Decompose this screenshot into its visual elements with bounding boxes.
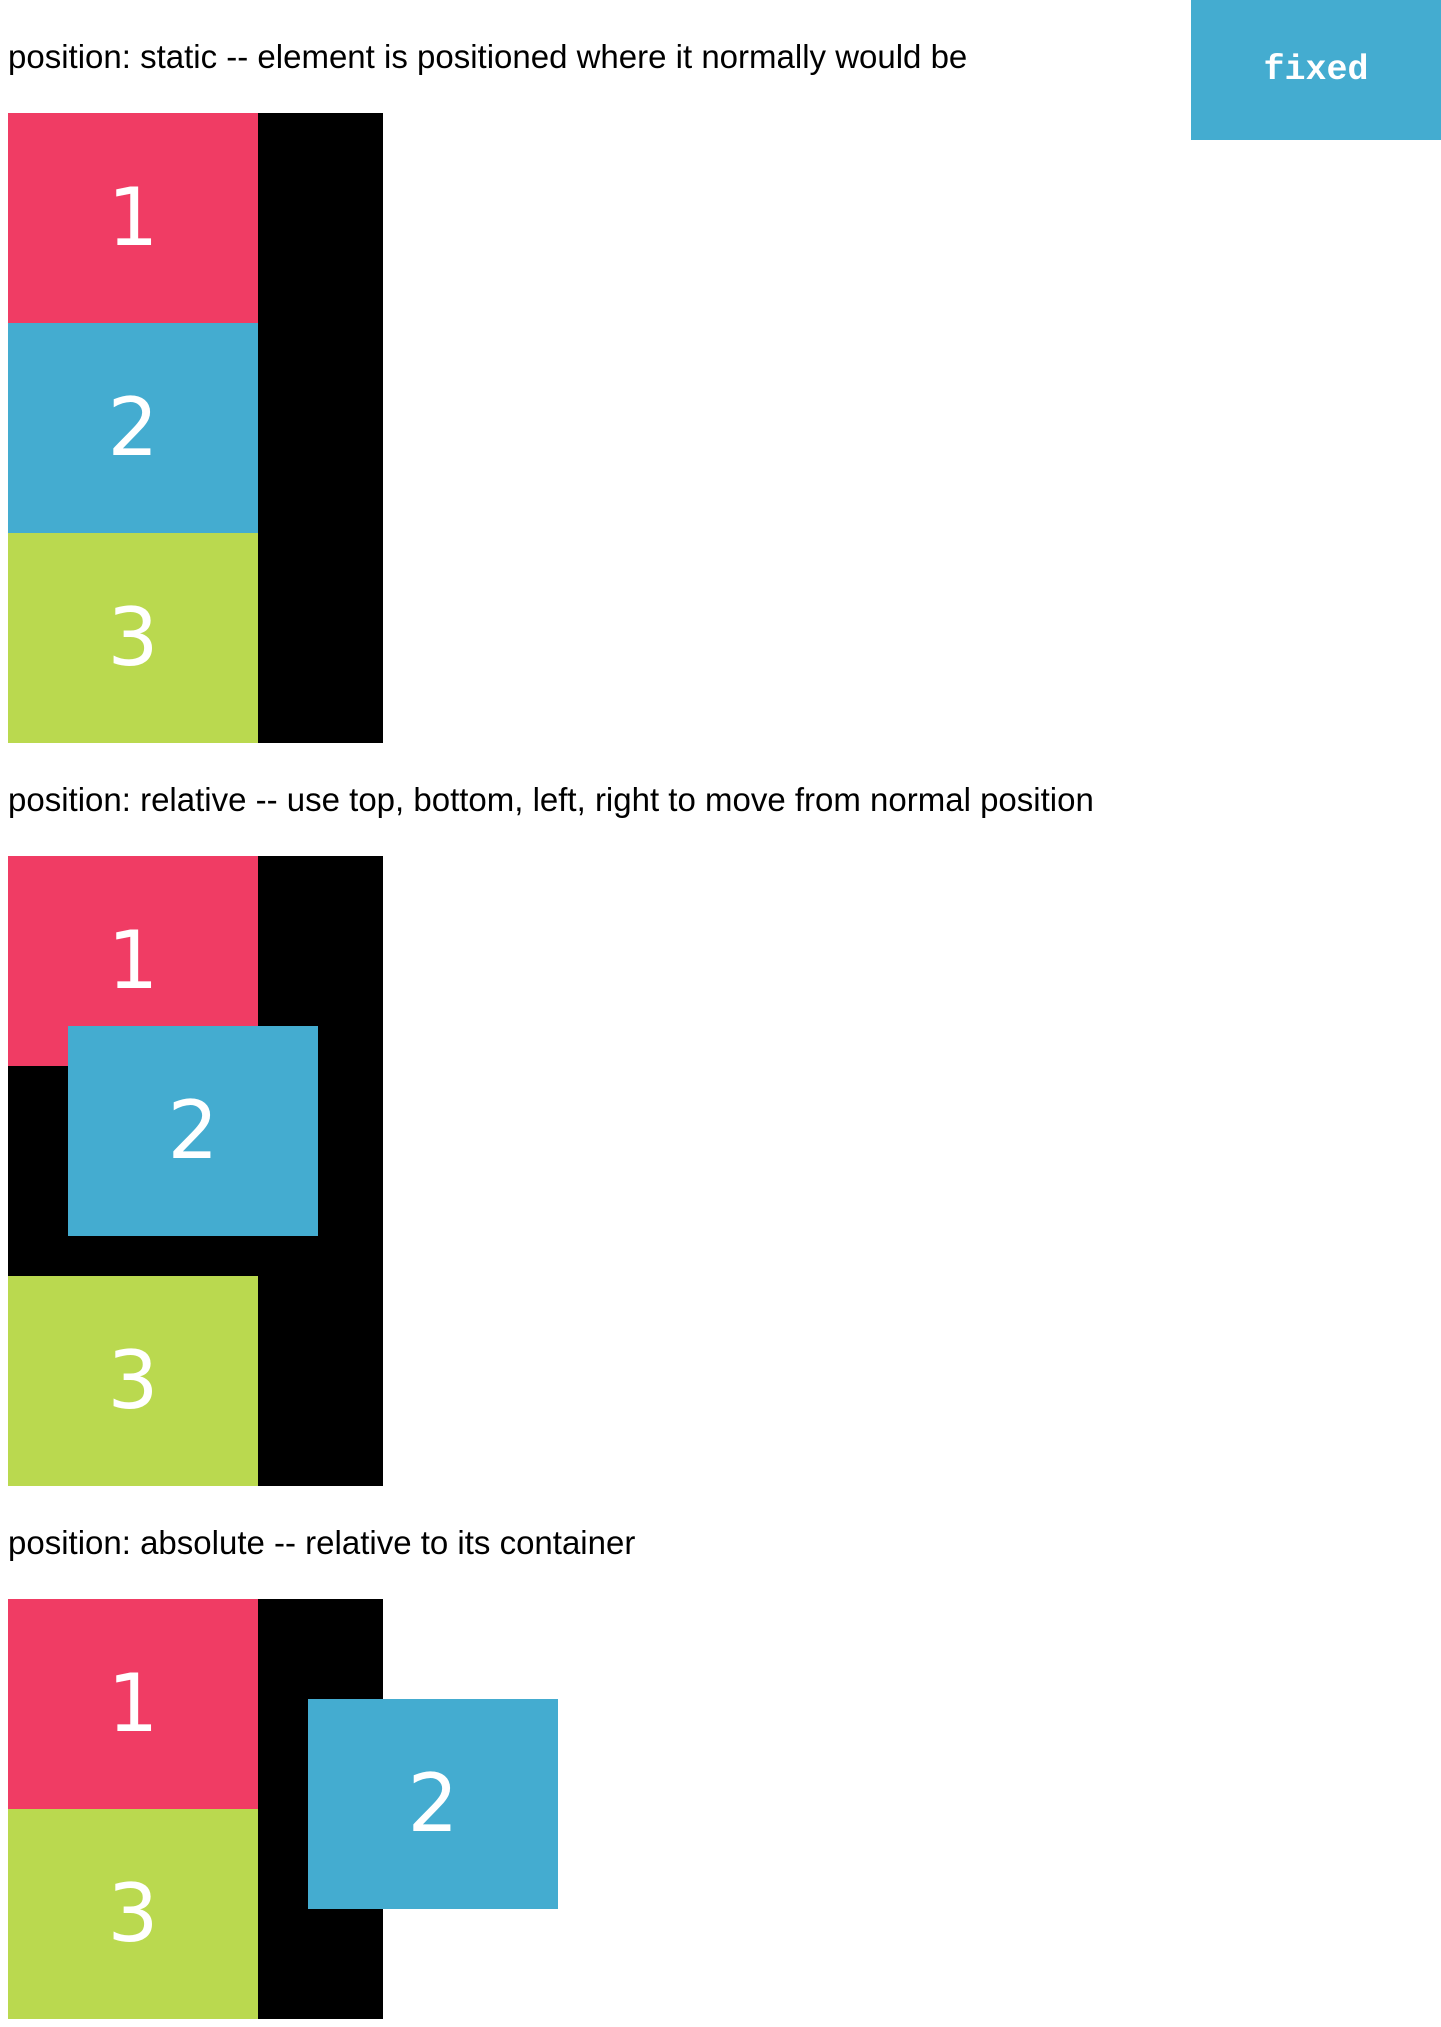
absolute-container: 1 2 3 [8,1599,558,2019]
relative-box-3: 3 [8,1276,258,1486]
relative-container: 1 2 3 [8,856,383,1486]
relative-heading: position: relative -- use top, bottom, l… [8,781,1094,818]
static-box-1: 1 [8,113,258,323]
absolute-box-3: 3 [8,1809,258,2019]
static-heading: position: static -- element is positione… [8,38,968,75]
absolute-heading: position: absolute -- relative to its co… [8,1524,636,1561]
absolute-box-2: 2 [308,1699,558,1909]
relative-box-2: 2 [68,1026,318,1236]
static-container: 1 2 3 [8,113,383,743]
fixed-box: fixed [1191,0,1441,140]
absolute-box-1: 1 [8,1599,258,1809]
static-box-2: 2 [8,323,258,533]
static-box-3: 3 [8,533,258,743]
